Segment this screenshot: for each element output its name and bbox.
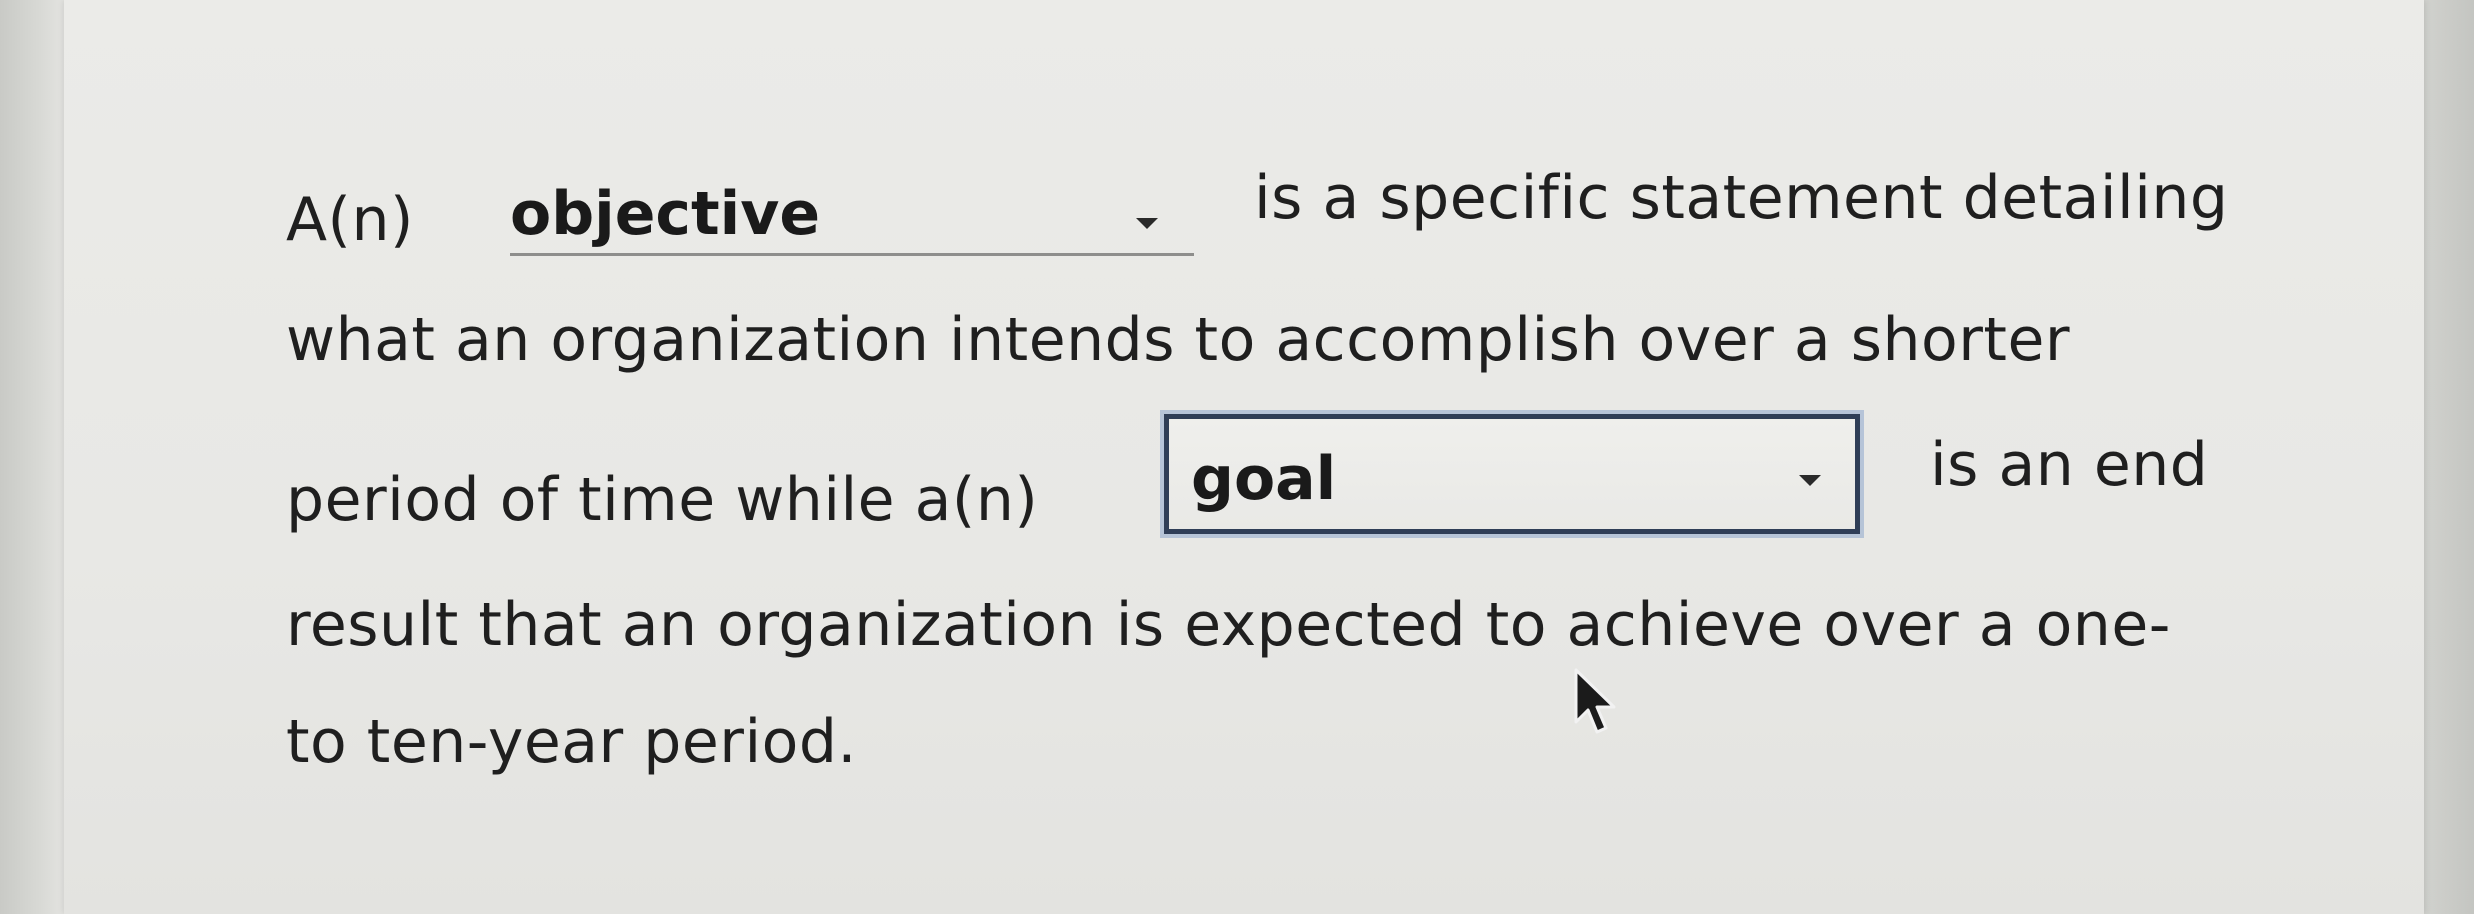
- sentence-text: to ten-year period.: [286, 707, 858, 777]
- chevron-down-icon: [1136, 218, 1158, 229]
- chevron-down-icon: [1799, 475, 1821, 486]
- goal-dropdown[interactable]: goal: [1164, 414, 1860, 534]
- objective-dropdown[interactable]: objective: [510, 170, 1194, 256]
- sentence-text: period of time while a(n): [286, 465, 1039, 535]
- sentence-text: is a specific statement detailing: [1254, 163, 2229, 233]
- sentence-text: is an end: [1930, 430, 2209, 500]
- screen: A(n) objective is a specific statement d…: [0, 0, 2474, 914]
- sentence-prefix: A(n): [286, 185, 414, 255]
- dropdown-selected-value: goal: [1191, 444, 1337, 514]
- question-card: A(n) objective is a specific statement d…: [64, 0, 2424, 914]
- dropdown-selected-value: objective: [510, 179, 821, 249]
- mouse-pointer-icon: [1574, 668, 1616, 734]
- sentence-text: result that an organization is expected …: [286, 590, 2171, 660]
- sentence-text: what an organization intends to accompli…: [286, 305, 2071, 375]
